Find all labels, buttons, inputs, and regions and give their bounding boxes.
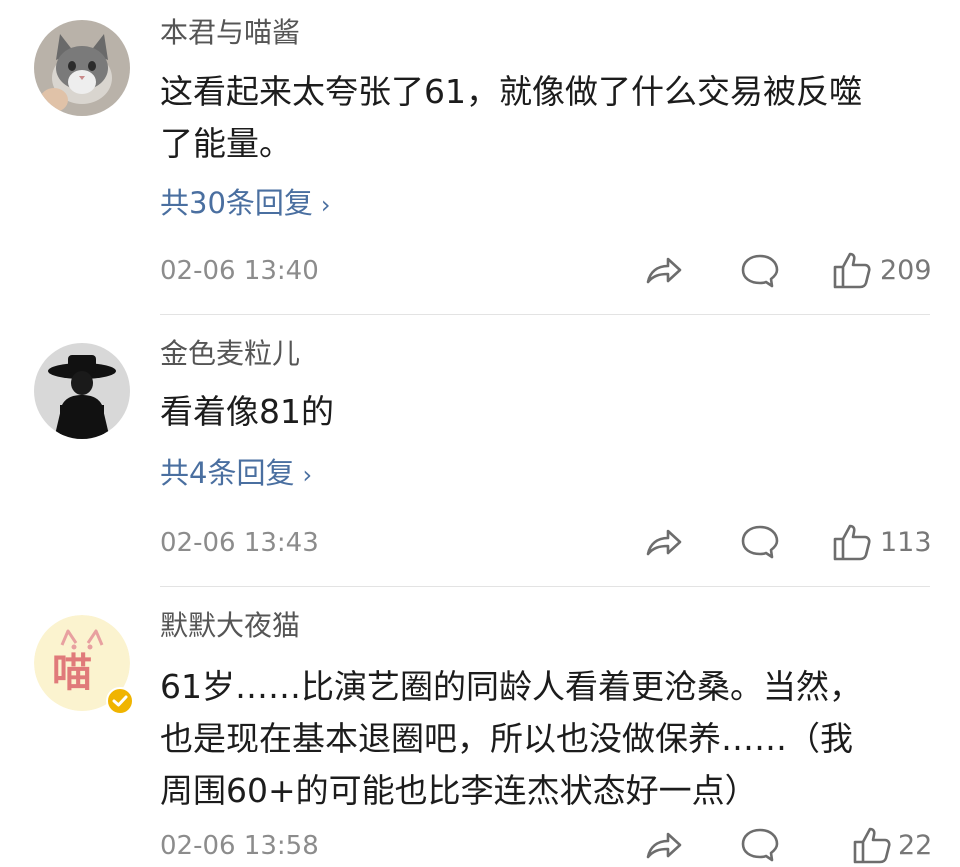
username[interactable]: 金色麦粒儿: [160, 336, 300, 372]
comment-text: 61岁……比演艺圈的同龄人看着更沧桑。当然， 也是现在基本退圈吧，所以也没做保养…: [160, 661, 940, 817]
comment-button[interactable]: [740, 826, 780, 864]
comment-item: 金色麦粒儿 看着像81的 共4条回复 › 02-06 13:43 113: [0, 315, 960, 587]
like-count: 22: [898, 830, 933, 861]
chevron-right-icon: ›: [320, 191, 331, 219]
avatar[interactable]: 喵: [34, 615, 134, 715]
like-icon: [833, 252, 871, 289]
hat-figure-avatar-icon: [34, 343, 130, 439]
comment-text-line: 周围60+的可能也比李连杰状态好一点）: [160, 771, 758, 810]
timestamp: 02-06 13:43: [160, 528, 319, 558]
comment-item: 本君与喵酱 这看起来太夸张了61，就像做了什么交易被反噬 了能量。 共30条回复…: [0, 0, 960, 315]
view-replies-link[interactable]: 共30条回复 ›: [160, 183, 331, 225]
comment-text: 看着像81的: [160, 386, 940, 438]
share-button[interactable]: [644, 252, 684, 288]
like-count: 209: [880, 255, 932, 286]
comment-icon: [741, 828, 779, 862]
share-button[interactable]: [644, 827, 684, 863]
comment-text: 这看起来太夸张了61，就像做了什么交易被反噬 了能量。: [160, 66, 940, 170]
share-icon: [646, 832, 682, 859]
timestamp: 02-06 13:40: [160, 256, 319, 286]
share-icon: [646, 257, 682, 284]
like-button[interactable]: [832, 522, 872, 562]
share-icon: [646, 529, 682, 556]
comment-text-line: 也是现在基本退圈吧，所以也没做保养……（我: [160, 719, 853, 758]
comment-button[interactable]: [740, 252, 780, 290]
avatar[interactable]: [34, 20, 130, 116]
like-icon: [853, 827, 891, 864]
username[interactable]: 默默大夜猫: [160, 608, 300, 644]
avatar-text: 喵: [52, 650, 92, 696]
replies-label: 共30条回复: [160, 186, 313, 220]
like-button[interactable]: [832, 250, 872, 290]
comment-text-line: 看着像81的: [160, 392, 334, 431]
checkmark-icon: [112, 695, 128, 707]
share-button[interactable]: [644, 524, 684, 560]
avatar[interactable]: [34, 343, 130, 439]
cat-avatar-icon: [34, 20, 130, 116]
comment-button[interactable]: [740, 523, 780, 561]
replies-label: 共4条回复: [160, 456, 295, 490]
like-button[interactable]: [852, 825, 892, 865]
username[interactable]: 本君与喵酱: [160, 15, 300, 51]
chevron-right-icon: ›: [302, 461, 313, 489]
comment-icon: [741, 254, 779, 288]
comment-icon: [741, 525, 779, 559]
timestamp: 02-06 13:58: [160, 831, 319, 861]
comment-text-line: 这看起来太夸张了61，就像做了什么交易被反噬: [160, 72, 862, 111]
comment-text-line: 了能量。: [160, 124, 292, 163]
view-replies-link[interactable]: 共4条回复 ›: [160, 453, 312, 495]
comment-item: 喵 默默大夜猫 61岁……比演艺圈的同龄人看着更沧桑。当然， 也是现在基本退圈吧…: [0, 587, 960, 867]
like-icon: [833, 524, 871, 561]
verified-badge: [106, 687, 134, 715]
comment-text-line: 61岁……比演艺圈的同龄人看着更沧桑。当然，: [160, 667, 862, 706]
like-count: 113: [880, 527, 932, 558]
